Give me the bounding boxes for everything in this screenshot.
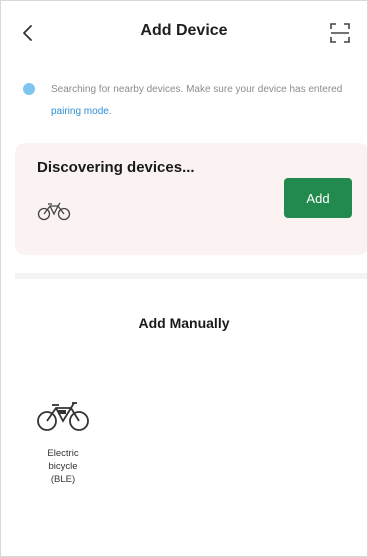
discovering-title: Discovering devices...: [37, 159, 195, 176]
search-info-text: Searching for nearby devices. Make sure …: [51, 79, 361, 123]
device-tile-electric-bicycle[interactable]: Electric bicycle (BLE): [35, 399, 91, 486]
info-text-end: .: [108, 106, 112, 117]
info-text-start: Searching for nearby devices. Make sure …: [51, 84, 343, 95]
page-title: Add Device: [140, 22, 228, 39]
add-device-screen: Add Device Searching for nearby devices.…: [0, 0, 368, 557]
header: Add Device: [1, 1, 367, 65]
section-divider: [15, 273, 367, 279]
add-manually-title: Add Manually: [138, 315, 230, 331]
scan-icon[interactable]: [329, 21, 351, 45]
add-button[interactable]: Add: [284, 178, 352, 218]
electric-bicycle-icon: [37, 402, 89, 431]
pairing-mode-link[interactable]: pairing mode: [51, 106, 109, 117]
searching-indicator-icon: [23, 83, 35, 95]
discovering-card: Discovering devices... Add: [15, 143, 367, 255]
bicycle-icon: [37, 202, 71, 221]
device-label: Electric bicycle (BLE): [47, 448, 79, 485]
